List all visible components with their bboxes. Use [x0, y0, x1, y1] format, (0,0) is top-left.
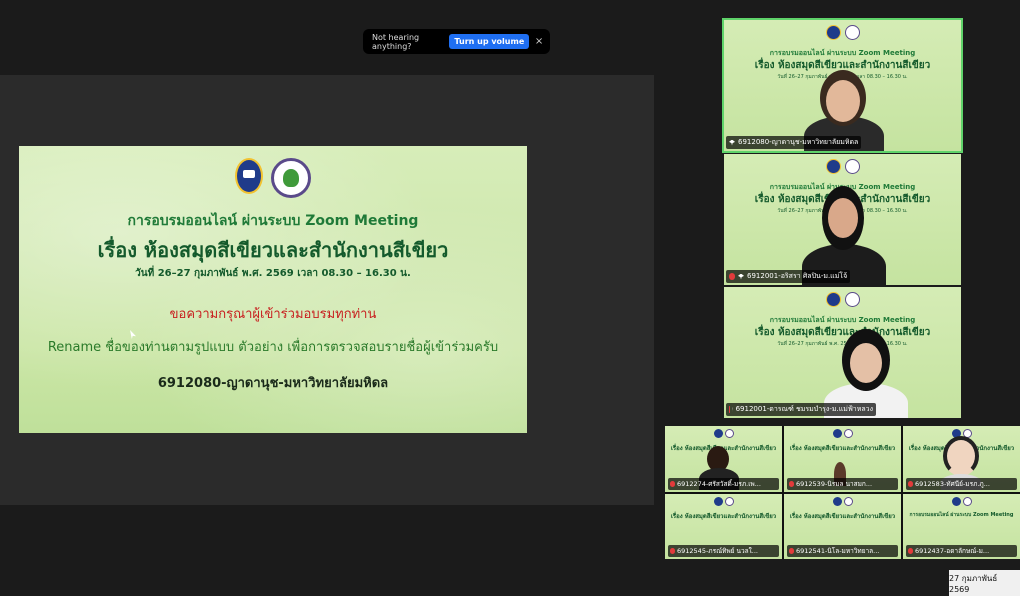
participant-name-tag: 6912583-ทัศนีย์-มรภ.ภู... — [906, 477, 1017, 490]
participant-name-tag: 6912541-นิโล-มหาวิทยาล... — [787, 545, 898, 557]
participant-face — [828, 198, 858, 238]
slide-date: วันที่ 26–27 กุมภาพันธ์ พ.ศ. 2569 เวลา 0… — [135, 268, 411, 279]
mic-muted-icon — [670, 480, 675, 487]
participant-grid: เรื่อง ห้องสมุดสีเขียวและสำนักงานสีเขียว… — [665, 426, 1020, 559]
tile-slide-date: วันที่ 26–27 กุมภาพันธ์ พ.ศ. 2569 เวลา 0… — [777, 341, 908, 347]
pin-icon — [738, 273, 744, 280]
participant-face — [826, 80, 860, 122]
mic-muted-icon — [729, 273, 735, 280]
tile-slide-subject: เรื่อง ห้องสมุดสีเขียวและสำนักงานสีเขียว — [789, 512, 896, 520]
mic-muted-icon — [789, 480, 794, 487]
participant-tile[interactable]: เรื่อง ห้องสมุดสีเขียวและสำนักงานสีเขียว… — [665, 493, 782, 559]
tile-slide-subject: เรื่อง ห้องสมุดสีเขียวและสำนักงานสีเขียว — [670, 512, 777, 520]
slide-title: การอบรมออนไลน์ ผ่านระบบ Zoom Meeting — [127, 213, 419, 229]
mic-muted-icon — [908, 548, 913, 554]
audio-notice: Not hearing anything? Turn up volume × — [363, 29, 550, 54]
participant-face — [850, 343, 882, 383]
taskbar-date: 27 กุมภาพันธ์ 2569 — [949, 570, 1020, 596]
participant-tile[interactable]: เรื่อง ห้องสมุดสีเขียวและสำนักงานสีเขียว… — [784, 426, 901, 492]
turn-up-volume-button[interactable]: Turn up volume — [449, 34, 530, 49]
participant-name-tag: 6912437-อดาลักษณ์-ม... — [906, 545, 1017, 557]
mic-muted-icon — [908, 480, 913, 487]
participant-tile[interactable]: การอบรมออนไลน์ ผ่านระบบ Zoom Meeting 691… — [903, 493, 1020, 559]
participant-name-tag: 6912080-ญาดานุช-มหาวิทยาลัยมหิดล — [726, 136, 862, 149]
mini-logos — [713, 496, 734, 506]
green-office-logo-icon — [271, 158, 311, 198]
mini-logos — [825, 25, 860, 40]
video-tile[interactable]: การอบรมออนไลน์ ผ่านระบบ Zoom Meeting เรื… — [722, 18, 963, 153]
avatar-icon — [943, 436, 979, 476]
shared-slide: การอบรมออนไลน์ ผ่านระบบ Zoom Meeting เรื… — [19, 146, 527, 433]
mini-logos — [713, 429, 734, 438]
slide-request: ขอความกรุณาผู้เข้าร่วมอบรมทุกท่าน — [169, 307, 377, 322]
video-tile[interactable]: การอบรมออนไลน์ ผ่านระบบ Zoom Meeting เรื… — [724, 287, 961, 418]
university-logo-icon — [235, 158, 263, 194]
slide-subject: เรื่อง ห้องสมุดสีเขียวและสำนักงานสีเขียว — [97, 238, 449, 262]
mini-logos — [832, 496, 853, 506]
participant-name-tag: 6912539-นิรมล นาสมก... — [787, 477, 898, 490]
participant-tile[interactable]: เรื่อง ห้องสมุดสีเขียวและสำนักงานสีเขียว… — [784, 493, 901, 559]
tile-slide-subject: เรื่อง ห้องสมุดสีเขียวและสำนักงานสีเขียว — [789, 445, 896, 452]
mic-muted-icon — [670, 548, 675, 554]
slide-instruction: Rename ชื่อของท่านตามรูปแบบ ตัวอย่าง เพื… — [47, 340, 499, 355]
mini-logos — [825, 159, 860, 174]
participant-tile[interactable]: เรื่อง ห้องสมุดสีเขียวและสำนักงานสีเขียว… — [665, 426, 782, 492]
mini-logos — [825, 292, 860, 307]
tile-slide-title: การอบรมออนไลน์ ผ่านระบบ Zoom Meeting — [909, 511, 1014, 518]
mic-muted-icon — [789, 548, 794, 554]
participant-name-tag: 6912545-ภรณ์ทิพย์ นวลใ... — [668, 545, 779, 557]
participant-name-tag: 6912274-ศรัสวัสดิ์-มรภ.เพ... — [668, 477, 779, 490]
zoom-window: Not hearing anything? Turn up volume × ก… — [0, 0, 1020, 596]
slide-example: 6912080-ญาดานุช-มหาวิทยาลัยมหิดล — [157, 376, 389, 391]
audio-notice-text: Not hearing anything? — [372, 32, 420, 51]
participant-name-tag: 6912001-อริสรา ศิลปิน-ม.แม่โจ้ — [726, 270, 851, 283]
mini-logos — [832, 429, 853, 438]
mini-logos — [951, 496, 972, 506]
video-tile[interactable]: การอบรมออนไลน์ ผ่านระบบ Zoom Meeting เรื… — [724, 154, 961, 285]
slide-logos — [19, 158, 527, 198]
close-icon[interactable]: × — [534, 36, 544, 47]
pin-icon — [729, 139, 735, 146]
participant-name-tag: 6912001-ดารณฑ์ ชมรมบำรุง-ม.แม่ฟ้าหลวง — [726, 403, 876, 416]
participant-tile[interactable]: เรื่อง ห้องสมุดสีเขียวและสำนักงานสีเขียว… — [903, 426, 1020, 492]
tile-slide-subject: เรื่อง ห้องสมุดสีเขียวและสำนักงานสีเขียว — [754, 327, 931, 338]
